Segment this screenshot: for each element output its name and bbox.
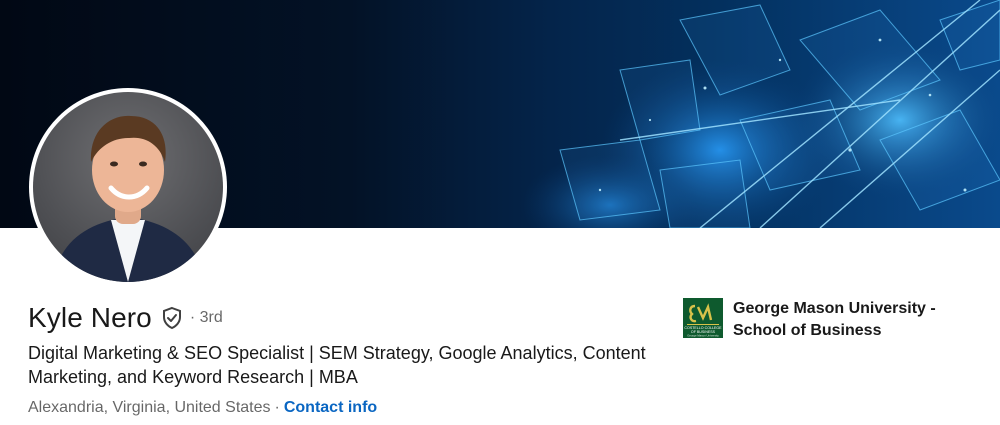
school-logo: COSTELLO COLLEGE OF BUSINESS George Maso… xyxy=(683,298,723,338)
education-entry[interactable]: COSTELLO COLLEGE OF BUSINESS George Maso… xyxy=(683,298,973,342)
name-row: Kyle Nero · 3rd xyxy=(28,296,223,340)
location-row: Alexandria, Virginia, United States · Cont… xyxy=(28,397,377,419)
profile-location: Alexandria, Virginia, United States xyxy=(28,399,271,416)
contact-info-link[interactable]: Contact info xyxy=(284,399,377,416)
separator-dot: · xyxy=(274,399,280,416)
profile-name: Kyle Nero xyxy=(28,302,152,333)
profile-card: Kyle Nero · 3rd Digital Marketing & SEO … xyxy=(0,0,1000,425)
logo-line-3: George Mason University xyxy=(687,334,719,338)
profile-headline: Digital Marketing & SEO Specialist | SEM… xyxy=(28,343,646,387)
profile-photo-image xyxy=(33,92,223,282)
connection-degree: · 3rd xyxy=(189,309,223,326)
school-name[interactable]: George Mason University - School of Busi… xyxy=(733,298,973,342)
shield-check-icon[interactable] xyxy=(160,306,184,330)
profile-photo[interactable] xyxy=(29,88,227,286)
